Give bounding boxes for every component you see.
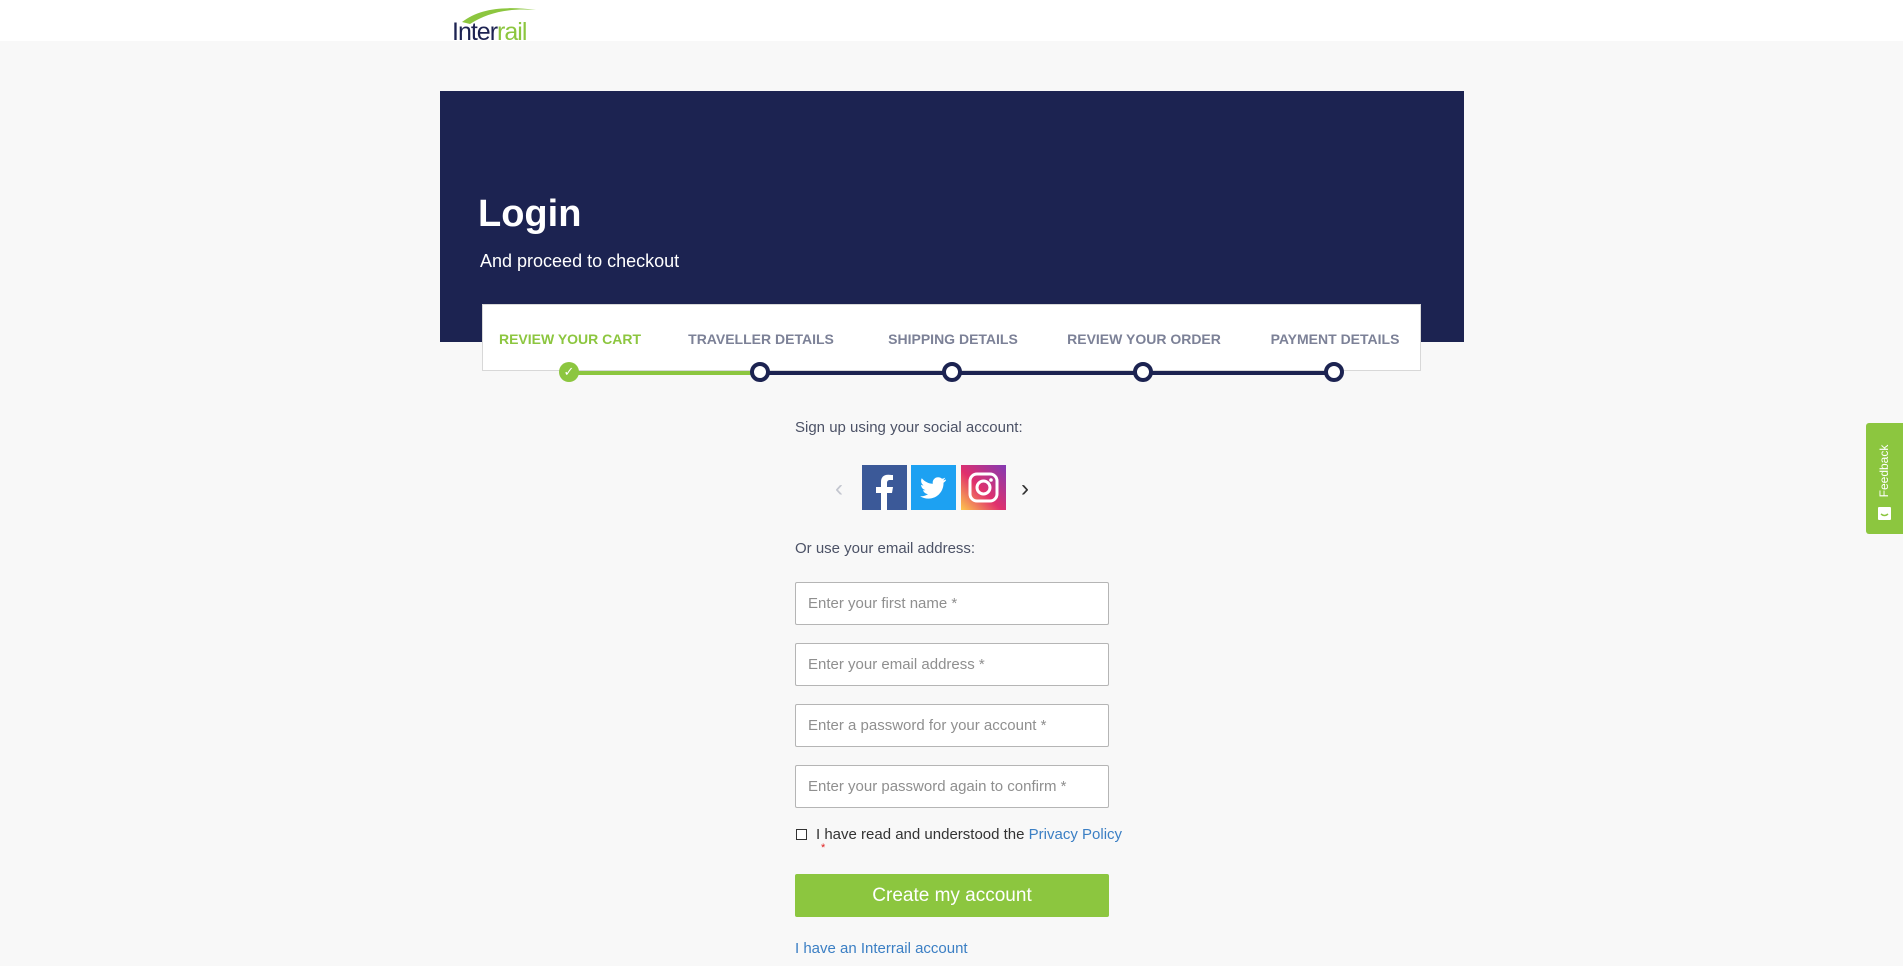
top-bar: Interrail [0,0,1903,46]
page-title: Login [478,193,582,235]
logo-text: Interrail [452,18,527,47]
consent-text: I have read and understood the [816,826,1029,843]
twitter-icon[interactable] [911,465,956,510]
step-dot-payment [1324,362,1344,382]
email-heading: Or use your email address: [795,540,976,557]
feedback-icon [1878,507,1891,520]
step-review-order[interactable]: REVIEW YOUR ORDER [1067,331,1221,347]
step-dot-shipping [942,362,962,382]
privacy-checkbox[interactable] [796,829,807,840]
progress-line-remaining [760,371,1334,375]
step-traveller-details[interactable]: TRAVELLER DETAILS [688,331,834,347]
password-input[interactable] [795,704,1109,747]
chevron-left-icon[interactable]: ‹ [835,475,843,503]
chevron-right-icon[interactable]: › [1021,475,1029,503]
step-dot-review [1133,362,1153,382]
step-payment-details[interactable]: PAYMENT DETAILS [1271,331,1400,347]
email-input[interactable] [795,643,1109,686]
required-asterisk: * [821,842,826,854]
logo-text-inter: Inter [452,18,498,46]
step-dot-traveller [750,362,770,382]
privacy-policy-link[interactable]: Privacy Policy [1029,826,1122,843]
social-heading: Sign up using your social account: [795,419,1023,436]
first-name-input[interactable] [795,582,1109,625]
step-review-cart[interactable]: REVIEW YOUR CART [499,331,641,347]
create-account-button[interactable]: Create my account [795,874,1109,917]
checkout-stepper: REVIEW YOUR CART TRAVELLER DETAILS SHIPP… [482,304,1421,371]
page-subtitle: And proceed to checkout [480,251,680,271]
interrail-logo[interactable]: Interrail [450,4,540,46]
facebook-icon[interactable] [862,465,907,510]
privacy-consent-label: I have read and understood the Privacy P… [816,826,1122,843]
step-shipping-details[interactable]: SHIPPING DETAILS [888,331,1018,347]
logo-text-rail: rail [497,18,527,46]
instagram-icon[interactable] [961,465,1006,510]
progress-line-completed [569,371,760,375]
step-check-icon: ✓ [559,362,579,382]
existing-account-link[interactable]: I have an Interrail account [795,940,968,957]
feedback-label: Feedback [1877,444,1891,498]
confirm-password-input[interactable] [795,765,1109,808]
feedback-tab[interactable]: Feedback [1866,423,1903,534]
